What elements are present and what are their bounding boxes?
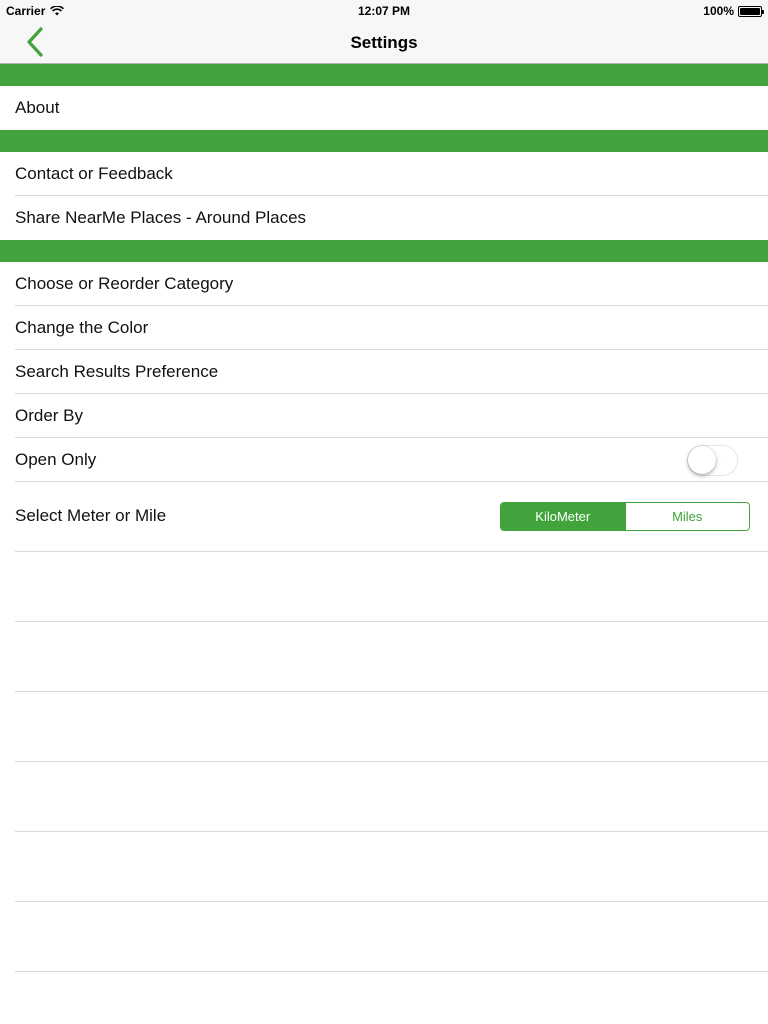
section-header-3 [0,240,768,262]
empty-row-divider [15,761,768,762]
toggle-knob [688,446,716,474]
empty-row-divider [15,621,768,622]
row-label: Search Results Preference [15,362,219,381]
empty-row-divider [15,971,768,972]
page-title: Settings [350,33,418,52]
section-header-1 [0,64,768,86]
status-bar: Carrier 12:07 PM 100% [0,0,768,20]
status-time: 12:07 PM [357,4,411,18]
unit-segmented-control: KiloMeter Miles [500,502,750,531]
section-header-2 [0,130,768,152]
battery-info: 100% [703,4,764,18]
segment-kilometer[interactable]: KiloMeter [501,503,625,530]
settings-row-order-by[interactable]: Order By [0,394,768,438]
empty-row-divider [15,551,768,552]
open-only-toggle[interactable] [687,445,738,476]
settings-row-category[interactable]: Choose or Reorder Category [0,262,768,306]
row-label: About [15,98,60,117]
row-label: Change the Color [15,318,149,337]
empty-row-divider [15,691,768,692]
segment-miles[interactable]: Miles [624,503,749,530]
navigation-bar: Settings [0,20,768,64]
row-label: Open Only [15,450,97,469]
settings-row-search-preference[interactable]: Search Results Preference [0,350,768,394]
settings-row-share[interactable]: Share NearMe Places - Around Places [0,196,768,240]
row-label: Contact or Feedback [15,164,173,183]
row-label: Select Meter or Mile [15,506,167,525]
settings-row-color[interactable]: Change the Color [0,306,768,350]
battery-icon [738,5,764,17]
battery-percent: 100% [703,4,734,18]
empty-row-divider [15,831,768,832]
settings-row-about[interactable]: About [0,86,768,130]
empty-row-divider [15,901,768,902]
settings-row-unit: Select Meter or Mile KiloMeter Miles [0,482,768,551]
settings-row-open-only: Open Only [0,438,768,482]
settings-row-contact-feedback[interactable]: Contact or Feedback [0,152,768,196]
row-label: Choose or Reorder Category [15,274,234,293]
row-label: Share NearMe Places - Around Places [15,208,307,227]
row-label: Order By [15,406,84,425]
